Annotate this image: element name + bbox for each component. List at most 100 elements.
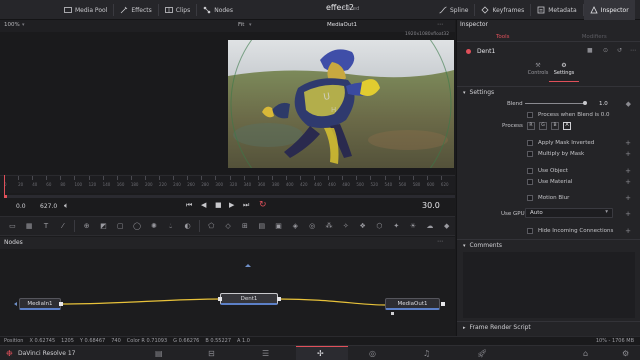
tracker-icon[interactable]: ⊞ [241,222,250,231]
clouds-icon[interactable]: ☁︎ [425,222,434,231]
pin-icon[interactable]: ⊙ [603,47,608,54]
edit-page-icon[interactable]: ☰ [262,349,269,358]
settings-section-header[interactable]: ▾ Settings [457,86,640,98]
play-reverse-icon[interactable]: ◀ [201,201,206,209]
planar-tracker-icon[interactable]: ⬡ [375,222,384,231]
use-object-checkbox[interactable] [527,167,533,174]
cut-page-icon[interactable]: ⊟ [208,349,215,358]
use-material-checkbox[interactable] [527,178,533,185]
blend-slider[interactable] [525,101,587,105]
blur-tool-icon[interactable]: ✺ [149,222,158,231]
more-options-icon[interactable]: ⋯ [437,238,443,245]
node-mediaout1[interactable]: MediaOut1 [385,298,440,310]
time-ruler[interactable]: 0 20 40 60 80 100 120 140 160 180 200 220 240 260 280 3… [0,175,455,193]
add-icon[interactable]: + [625,139,631,147]
output-port[interactable] [441,302,445,306]
use-gpu-select[interactable]: Auto ▾ [525,208,613,218]
spline-button[interactable]: Spline [433,0,474,20]
apply-mask-inverted-checkbox[interactable] [527,139,533,146]
deliver-page-icon[interactable]: 🚀︎ [477,349,487,358]
brush-tool-icon[interactable]: ⁄ [58,222,67,231]
comments-textarea[interactable] [463,252,635,318]
metadata-button[interactable]: Metadata [531,0,582,20]
zoom-select[interactable]: 100% [4,22,20,28]
keyframes-button[interactable]: Keyframes [475,0,530,20]
settings-tab[interactable]: ⚙︎ Settings [549,62,579,82]
node-dent1[interactable]: Dent1 [220,293,278,305]
camera3d-icon[interactable]: ◈ [291,222,300,231]
output-port[interactable] [277,297,281,301]
play-icon[interactable]: ▶ [229,201,234,209]
fit-select[interactable]: Fit [238,22,244,28]
more-options-icon[interactable]: ⋯ [630,47,636,54]
loop-icon[interactable]: ↻ [259,200,267,210]
particle-render-icon[interactable]: ❖ [358,222,367,231]
nodes-button[interactable]: Nodes [197,0,239,20]
fusion-page-tab[interactable]: ✢ [296,346,348,360]
add-icon[interactable]: + [625,178,631,186]
keyframe-icon[interactable]: ◆ [626,100,631,108]
more-tools-icon[interactable]: ◆ [442,222,451,231]
more-options-icon[interactable]: ⋯ [437,21,443,28]
particles-icon[interactable]: ⁂ [325,222,334,231]
text-tool-icon[interactable]: T [42,222,51,231]
paint-tool-icon[interactable]: ▦ [25,222,34,231]
speaker-icon[interactable]: 🔈︎ [64,201,69,211]
hide-incoming-checkbox[interactable] [527,227,533,234]
emitter-icon[interactable]: ✧ [341,222,350,231]
background-tool-icon[interactable]: ▭ [8,222,17,231]
inspector-button[interactable]: Inspector [583,0,635,20]
add-icon[interactable]: + [625,210,631,218]
renderer3d-icon[interactable]: ◎ [308,222,317,231]
color-swatch-icon[interactable]: ■ [587,47,593,54]
blend-value[interactable]: 1.0 [599,101,608,107]
go-to-end-icon[interactable]: ⏭︎ [243,201,249,210]
media-pool-button[interactable]: Media Pool [58,0,113,20]
shape3d-icon[interactable]: ▣ [274,222,283,231]
polygon-mask-icon[interactable]: ⬠ [207,222,216,231]
render-start-field[interactable]: 0.0 [16,203,26,210]
settings-gear-icon[interactable]: ⚙︎ [622,349,629,358]
go-to-start-icon[interactable]: ⏮︎ [186,201,192,210]
add-icon[interactable]: + [625,194,631,202]
color-corrector-icon[interactable]: ◐ [183,222,192,231]
input-port[interactable] [218,297,222,301]
add-icon[interactable]: + [625,167,631,175]
node-mediain1[interactable]: MediaIn1 [19,298,61,310]
stop-icon[interactable]: ■ [215,201,222,209]
drop-tool-icon[interactable]: 💧︎ [166,222,175,231]
frame-render-script-header[interactable]: ▸ Frame Render Script [457,321,640,333]
clips-button[interactable]: Clips [159,0,196,20]
bspline-mask-icon[interactable]: ◇ [224,222,233,231]
output-port[interactable] [59,302,63,306]
reset-icon[interactable]: ↺ [617,47,622,54]
fairlight-page-icon[interactable]: ♫ [423,349,430,358]
add-icon[interactable]: + [625,227,631,235]
process-b-toggle[interactable]: B [551,121,559,130]
tab-modifiers[interactable]: Modifiers [549,32,640,41]
process-when-blend-checkbox[interactable] [527,111,533,118]
color-page-icon[interactable]: ◎ [369,349,376,358]
process-g-toggle[interactable]: G [539,121,547,130]
playhead-marker[interactable] [4,175,5,195]
rectangle-mask-icon[interactable]: ▢ [116,222,125,231]
multiply-by-mask-checkbox[interactable] [527,150,533,157]
motion-blur-checkbox[interactable] [527,194,533,201]
node-editor[interactable]: MediaIn1 Dent1 MediaOut1 [0,249,455,336]
viewer-frame[interactable]: U H [228,40,454,168]
comments-section-header[interactable]: ▾ Comments [457,239,640,251]
blend-slider-knob[interactable] [583,101,587,105]
effects-button[interactable]: Effects [114,0,157,20]
media-page-icon[interactable]: ▤ [155,349,163,358]
light-icon[interactable]: ✦ [392,222,401,231]
render-end-field[interactable]: 627.0 [40,203,57,210]
add-icon[interactable]: + [625,150,631,158]
transform-tool-icon[interactable]: ⊕ [82,222,91,231]
merge-tool-icon[interactable]: ◩ [99,222,108,231]
home-icon[interactable]: ⌂ [583,349,588,358]
process-a-toggle[interactable]: A [563,121,571,130]
tool-enable-icon[interactable] [466,49,471,54]
ambient-light-icon[interactable]: ☀︎ [409,222,418,231]
tab-tools[interactable]: Tools [457,32,549,41]
ellipse-mask-icon[interactable]: ◯ [133,222,142,231]
